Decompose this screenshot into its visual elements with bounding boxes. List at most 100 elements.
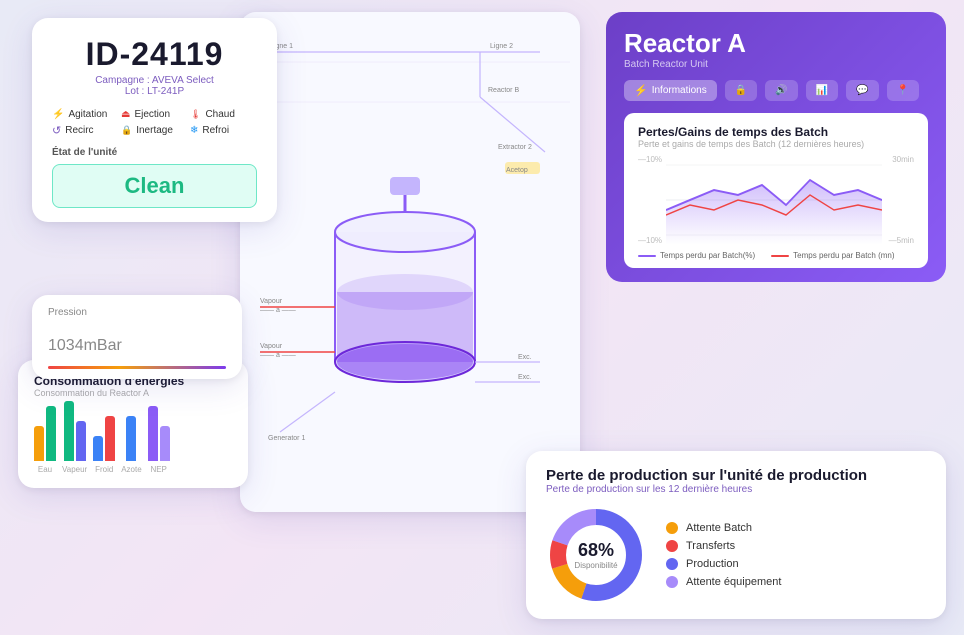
dot-production: [666, 558, 678, 570]
legend-purple-line: [638, 255, 656, 257]
energy-subtitle: Consommation du Reactor A: [34, 388, 232, 398]
production-legend: Attente Batch Transferts Production Atte…: [666, 522, 781, 588]
bar-group-froid: Froid: [93, 416, 115, 474]
pressure-card: Pression 1034mBar: [32, 295, 242, 379]
tab-message[interactable]: 💬: [846, 80, 878, 101]
chart-area: —10% —10% 30min —5min: [638, 155, 914, 245]
tab-chart[interactable]: 📊: [806, 80, 838, 101]
dot-attente-batch: [666, 522, 678, 534]
recirc-label: Recirc: [65, 125, 93, 136]
production-content: 68% Disponibilité Attente Batch Transfer…: [546, 505, 926, 605]
bar-vapeur-1: [64, 401, 74, 461]
energy-bar-chart: Eau Vapeur Froid: [34, 406, 232, 476]
legend-transferts: Transferts: [666, 540, 781, 552]
chart-legend: Temps perdu par Batch(%) Temps perdu par…: [638, 251, 914, 260]
reactor-diagram: Ligne 1 Ligne 2 Reactor B Extractor 2 Ac…: [250, 22, 570, 502]
svg-text:Exc.: Exc.: [518, 354, 532, 361]
bar-froid-2: [105, 416, 115, 461]
refroi-icon-item: Refroi: [190, 124, 257, 137]
reactor-title: Reactor A: [624, 28, 928, 59]
bar-vapeur-2: [76, 421, 86, 461]
legend-red-line: [771, 255, 789, 257]
donut-center: 68% Disponibilité: [574, 540, 617, 570]
campaign-label: Campagne : AVEVA Select: [52, 75, 257, 86]
chart-subtitle: Perte et gains de temps des Batch (12 de…: [638, 139, 914, 149]
svg-text:Ligne 2: Ligne 2: [490, 43, 513, 50]
chaud-label: Chaud: [205, 109, 234, 120]
dot-attente-equip: [666, 576, 678, 588]
pressure-bar: [48, 366, 226, 369]
svg-text:Reactor B: Reactor B: [488, 87, 519, 94]
tab-sound[interactable]: 🔊: [765, 80, 797, 101]
loc-tab-icon: 📍: [897, 85, 909, 96]
production-title: Perte de production sur l'unité de produ…: [546, 467, 926, 484]
reactor-card: Reactor A Batch Reactor Unit ⚡ Informati…: [606, 12, 946, 282]
bar-group-vapeur: Vapeur: [62, 401, 87, 474]
tab-location[interactable]: 📍: [887, 80, 919, 101]
svg-text:—— a ——: —— a ——: [260, 352, 296, 359]
bar-nep-2: [160, 426, 170, 461]
tab-lock[interactable]: 🔒: [725, 80, 757, 101]
donut-label: Disponibilité: [574, 561, 617, 570]
legend-red: Temps perdu par Batch (mn): [771, 251, 894, 260]
bar-eau-2: [46, 406, 56, 461]
svg-text:Extractor 2: Extractor 2: [498, 144, 532, 151]
bar-group-eau: Eau: [34, 406, 56, 474]
chart-y-axis-left: —10% —10%: [638, 155, 662, 245]
legend-attente-equip: Attente équipement: [666, 576, 781, 588]
label-attente-batch: Attente Batch: [686, 522, 752, 534]
bar-label-eau: Eau: [38, 465, 52, 474]
svg-text:Exc.: Exc.: [518, 374, 532, 381]
bar-label-froid: Froid: [95, 465, 113, 474]
label-transferts: Transferts: [686, 540, 735, 552]
bar-label-vapeur: Vapeur: [62, 465, 87, 474]
label-production: Production: [686, 558, 739, 570]
reactor-subtitle: Batch Reactor Unit: [624, 59, 928, 70]
lightning-icon: [52, 109, 64, 120]
clean-badge: Clean: [52, 164, 257, 208]
chart-svg: [666, 155, 882, 245]
legend-production: Production: [666, 558, 781, 570]
diagram-card: Ligne 1 Ligne 2 Reactor B Extractor 2 Ac…: [240, 12, 580, 512]
msg-tab-icon: 💬: [856, 85, 868, 96]
chart-y-axis-right: 30min —5min: [889, 155, 914, 245]
bar-nep-1: [148, 406, 158, 461]
dashboard: Ligne 1 Ligne 2 Reactor B Extractor 2 Ac…: [0, 0, 964, 635]
chaud-icon-item: Chaud: [190, 109, 257, 120]
state-section-label: État de l'unité: [52, 147, 257, 158]
legend-purple: Temps perdu par Batch(%): [638, 251, 755, 260]
svg-text:Vapour: Vapour: [260, 298, 283, 305]
ejection-icon-item: Ejection: [121, 109, 188, 120]
donut-percentage: 68%: [574, 540, 617, 561]
lot-label: Lot : LT-241P: [52, 86, 257, 97]
tab-informations[interactable]: ⚡ Informations: [624, 80, 717, 101]
svg-text:Acetop: Acetop: [506, 167, 528, 174]
bar-group-nep: NEP: [148, 406, 170, 474]
batch-chart-container: Pertes/Gains de temps des Batch Perte et…: [624, 113, 928, 268]
dot-transferts: [666, 540, 678, 552]
donut-chart: 68% Disponibilité: [546, 505, 646, 605]
bar-azote-1: [126, 416, 136, 461]
pressure-label: Pression: [48, 307, 226, 318]
bar-froid-1: [93, 436, 103, 461]
legend-purple-label: Temps perdu par Batch(%): [660, 251, 755, 260]
bar-label-nep: NEP: [150, 465, 166, 474]
eject-icon: [121, 109, 130, 120]
inertage-label: Inertage: [136, 125, 173, 136]
tab-info-label: Informations: [652, 85, 707, 96]
inertage-icon-item: Inertage: [121, 124, 188, 137]
agitation-label: Agitation: [68, 109, 107, 120]
id-number: ID-24119: [52, 36, 257, 73]
bar-label-azote: Azote: [121, 465, 141, 474]
energy-card: Consommation d'énergies Consommation du …: [18, 360, 248, 488]
circ-icon: [52, 124, 61, 137]
pressure-value: 1034mBar: [48, 318, 226, 358]
production-card: Perte de production sur l'unité de produ…: [526, 451, 946, 619]
chart-title: Pertes/Gains de temps des Batch: [638, 125, 914, 139]
sound-tab-icon: 🔊: [775, 85, 787, 96]
bar-group-azote: Azote: [121, 416, 141, 474]
cold-icon: [190, 125, 198, 136]
inert-icon: [121, 125, 132, 136]
label-attente-equip: Attente équipement: [686, 576, 781, 588]
icons-grid: Agitation Ejection Chaud Recirc Inertage…: [52, 109, 257, 137]
